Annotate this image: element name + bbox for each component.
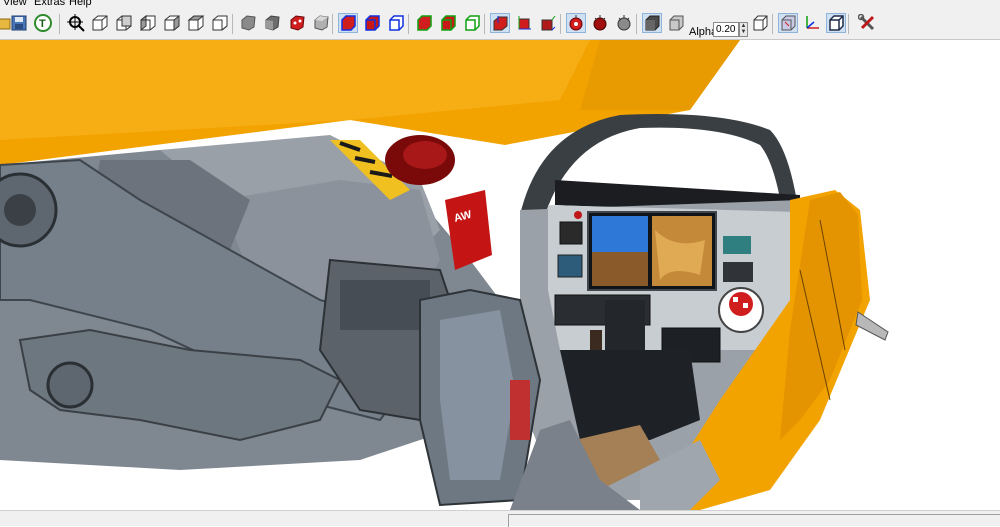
zoom-fit-button[interactable]	[66, 13, 86, 33]
grid-cube-button[interactable]	[778, 13, 798, 33]
menu-extras[interactable]: Extras	[34, 0, 65, 8]
green-edges-cube-icon	[417, 15, 432, 31]
tools-button[interactable]: T	[33, 13, 53, 33]
view-bottom-button[interactable]	[210, 13, 230, 33]
view-left-button[interactable]	[138, 13, 158, 33]
render-textured-button[interactable]	[287, 13, 307, 33]
cube-view-back-icon	[116, 15, 132, 31]
save-button[interactable]	[9, 13, 29, 33]
cube-view-top-icon	[187, 15, 205, 31]
alpha-spinner[interactable]: ▲ ▼	[739, 22, 748, 37]
show-axes-button[interactable]	[514, 13, 534, 33]
settings-tools-button[interactable]	[857, 13, 877, 33]
blue-edges-cube-icon	[341, 15, 356, 31]
alpha-input[interactable]	[713, 22, 739, 37]
transparency-wire-button[interactable]	[750, 13, 770, 33]
menu-bar: View Extras Help	[0, 0, 1000, 9]
solid-cube-icon	[241, 15, 256, 31]
green-outline-cube-icon	[465, 15, 480, 31]
cockpit-scene: AW	[0, 40, 889, 510]
svg-text:T: T	[39, 18, 46, 30]
light-gray-button[interactable]	[614, 13, 634, 33]
show-outline-blue-button[interactable]	[386, 13, 406, 33]
toolbar: T Alpha: 0.20 ▲ ▼	[0, 9, 1000, 40]
transparency-solid-button[interactable]	[642, 13, 662, 33]
perspective-cube-icon	[829, 15, 844, 31]
wrench-screwdriver-icon	[858, 14, 875, 31]
grid-cube-icon	[781, 15, 796, 31]
3d-viewport[interactable]: AW	[0, 40, 1000, 510]
view-back-button[interactable]	[114, 13, 134, 33]
status-pane	[508, 514, 1000, 527]
cube-view-front-icon	[92, 15, 108, 31]
menu-view[interactable]: View	[3, 0, 27, 8]
view-top-button[interactable]	[186, 13, 206, 33]
zoom-crosshair-icon	[67, 14, 85, 32]
t-circle-icon: T	[34, 14, 52, 32]
show-wire-blue-button[interactable]	[362, 13, 382, 33]
show-normals-button[interactable]	[490, 13, 510, 33]
render-shaded-button[interactable]	[262, 13, 282, 33]
transparency-alpha-button[interactable]	[666, 13, 686, 33]
perspective-button[interactable]	[826, 13, 846, 33]
menu-help[interactable]: Help	[69, 0, 92, 8]
wire-cube-icon	[753, 15, 768, 31]
show-edges-green-button[interactable]	[414, 13, 434, 33]
render-solid-button[interactable]	[238, 13, 258, 33]
show-outline-green-button[interactable]	[462, 13, 482, 33]
show-edges-blue-button[interactable]	[338, 13, 358, 33]
cube-view-right-icon	[164, 14, 180, 32]
translucent-cube-icon	[669, 15, 684, 31]
flat-cube-icon	[314, 15, 329, 31]
textured-cube-icon	[290, 15, 305, 31]
show-wire-green-button[interactable]	[438, 13, 458, 33]
blue-wire-cube-icon	[365, 15, 380, 31]
cube-view-left-icon	[140, 14, 156, 32]
dark-red-bomb-icon	[593, 15, 607, 31]
red-light-ball-icon	[569, 15, 583, 31]
light-toggle-button[interactable]	[566, 13, 586, 33]
green-wire-cube-icon	[441, 15, 456, 31]
blue-outline-cube-icon	[389, 15, 404, 31]
gray-bomb-icon	[617, 15, 631, 31]
view-right-button[interactable]	[162, 13, 182, 33]
normals-cube-icon	[493, 16, 508, 31]
axis-indicator-button[interactable]	[802, 13, 822, 33]
xyz-axis-icon	[806, 16, 819, 29]
dark-cube-icon	[645, 15, 660, 31]
cube-view-bottom-icon	[212, 15, 228, 31]
light-dark-button[interactable]	[590, 13, 610, 33]
status-bar	[0, 510, 1000, 527]
view-front-button[interactable]	[90, 13, 110, 33]
axes-cube-icon	[518, 16, 531, 30]
render-flat-button[interactable]	[311, 13, 331, 33]
shaded-cube-icon	[265, 15, 280, 31]
bbox-cube-icon	[541, 15, 556, 31]
save-icon	[11, 15, 27, 31]
show-bounding-box-button[interactable]	[538, 13, 558, 33]
